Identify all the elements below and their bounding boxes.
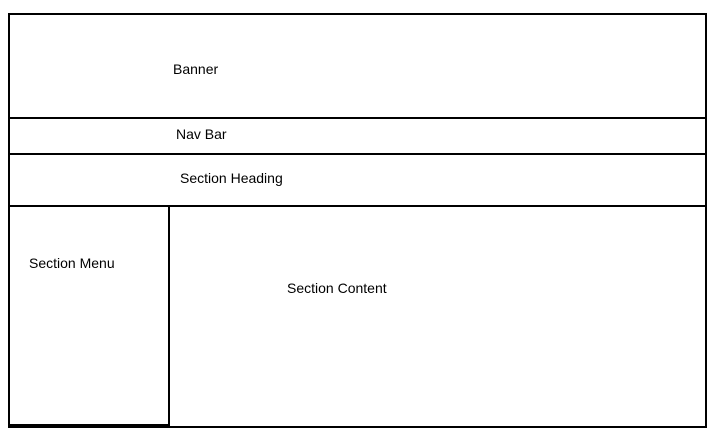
nav-bar-label: Nav Bar [176, 126, 227, 142]
section-content-region [168, 205, 707, 428]
section-heading-label: Section Heading [180, 170, 283, 186]
banner-region [8, 13, 707, 119]
nav-bar-region [8, 117, 707, 155]
section-menu-label: Section Menu [29, 255, 115, 271]
section-heading-region [8, 153, 707, 207]
section-content-label: Section Content [287, 280, 387, 296]
banner-label: Banner [173, 61, 219, 77]
section-menu-region [8, 205, 170, 426]
